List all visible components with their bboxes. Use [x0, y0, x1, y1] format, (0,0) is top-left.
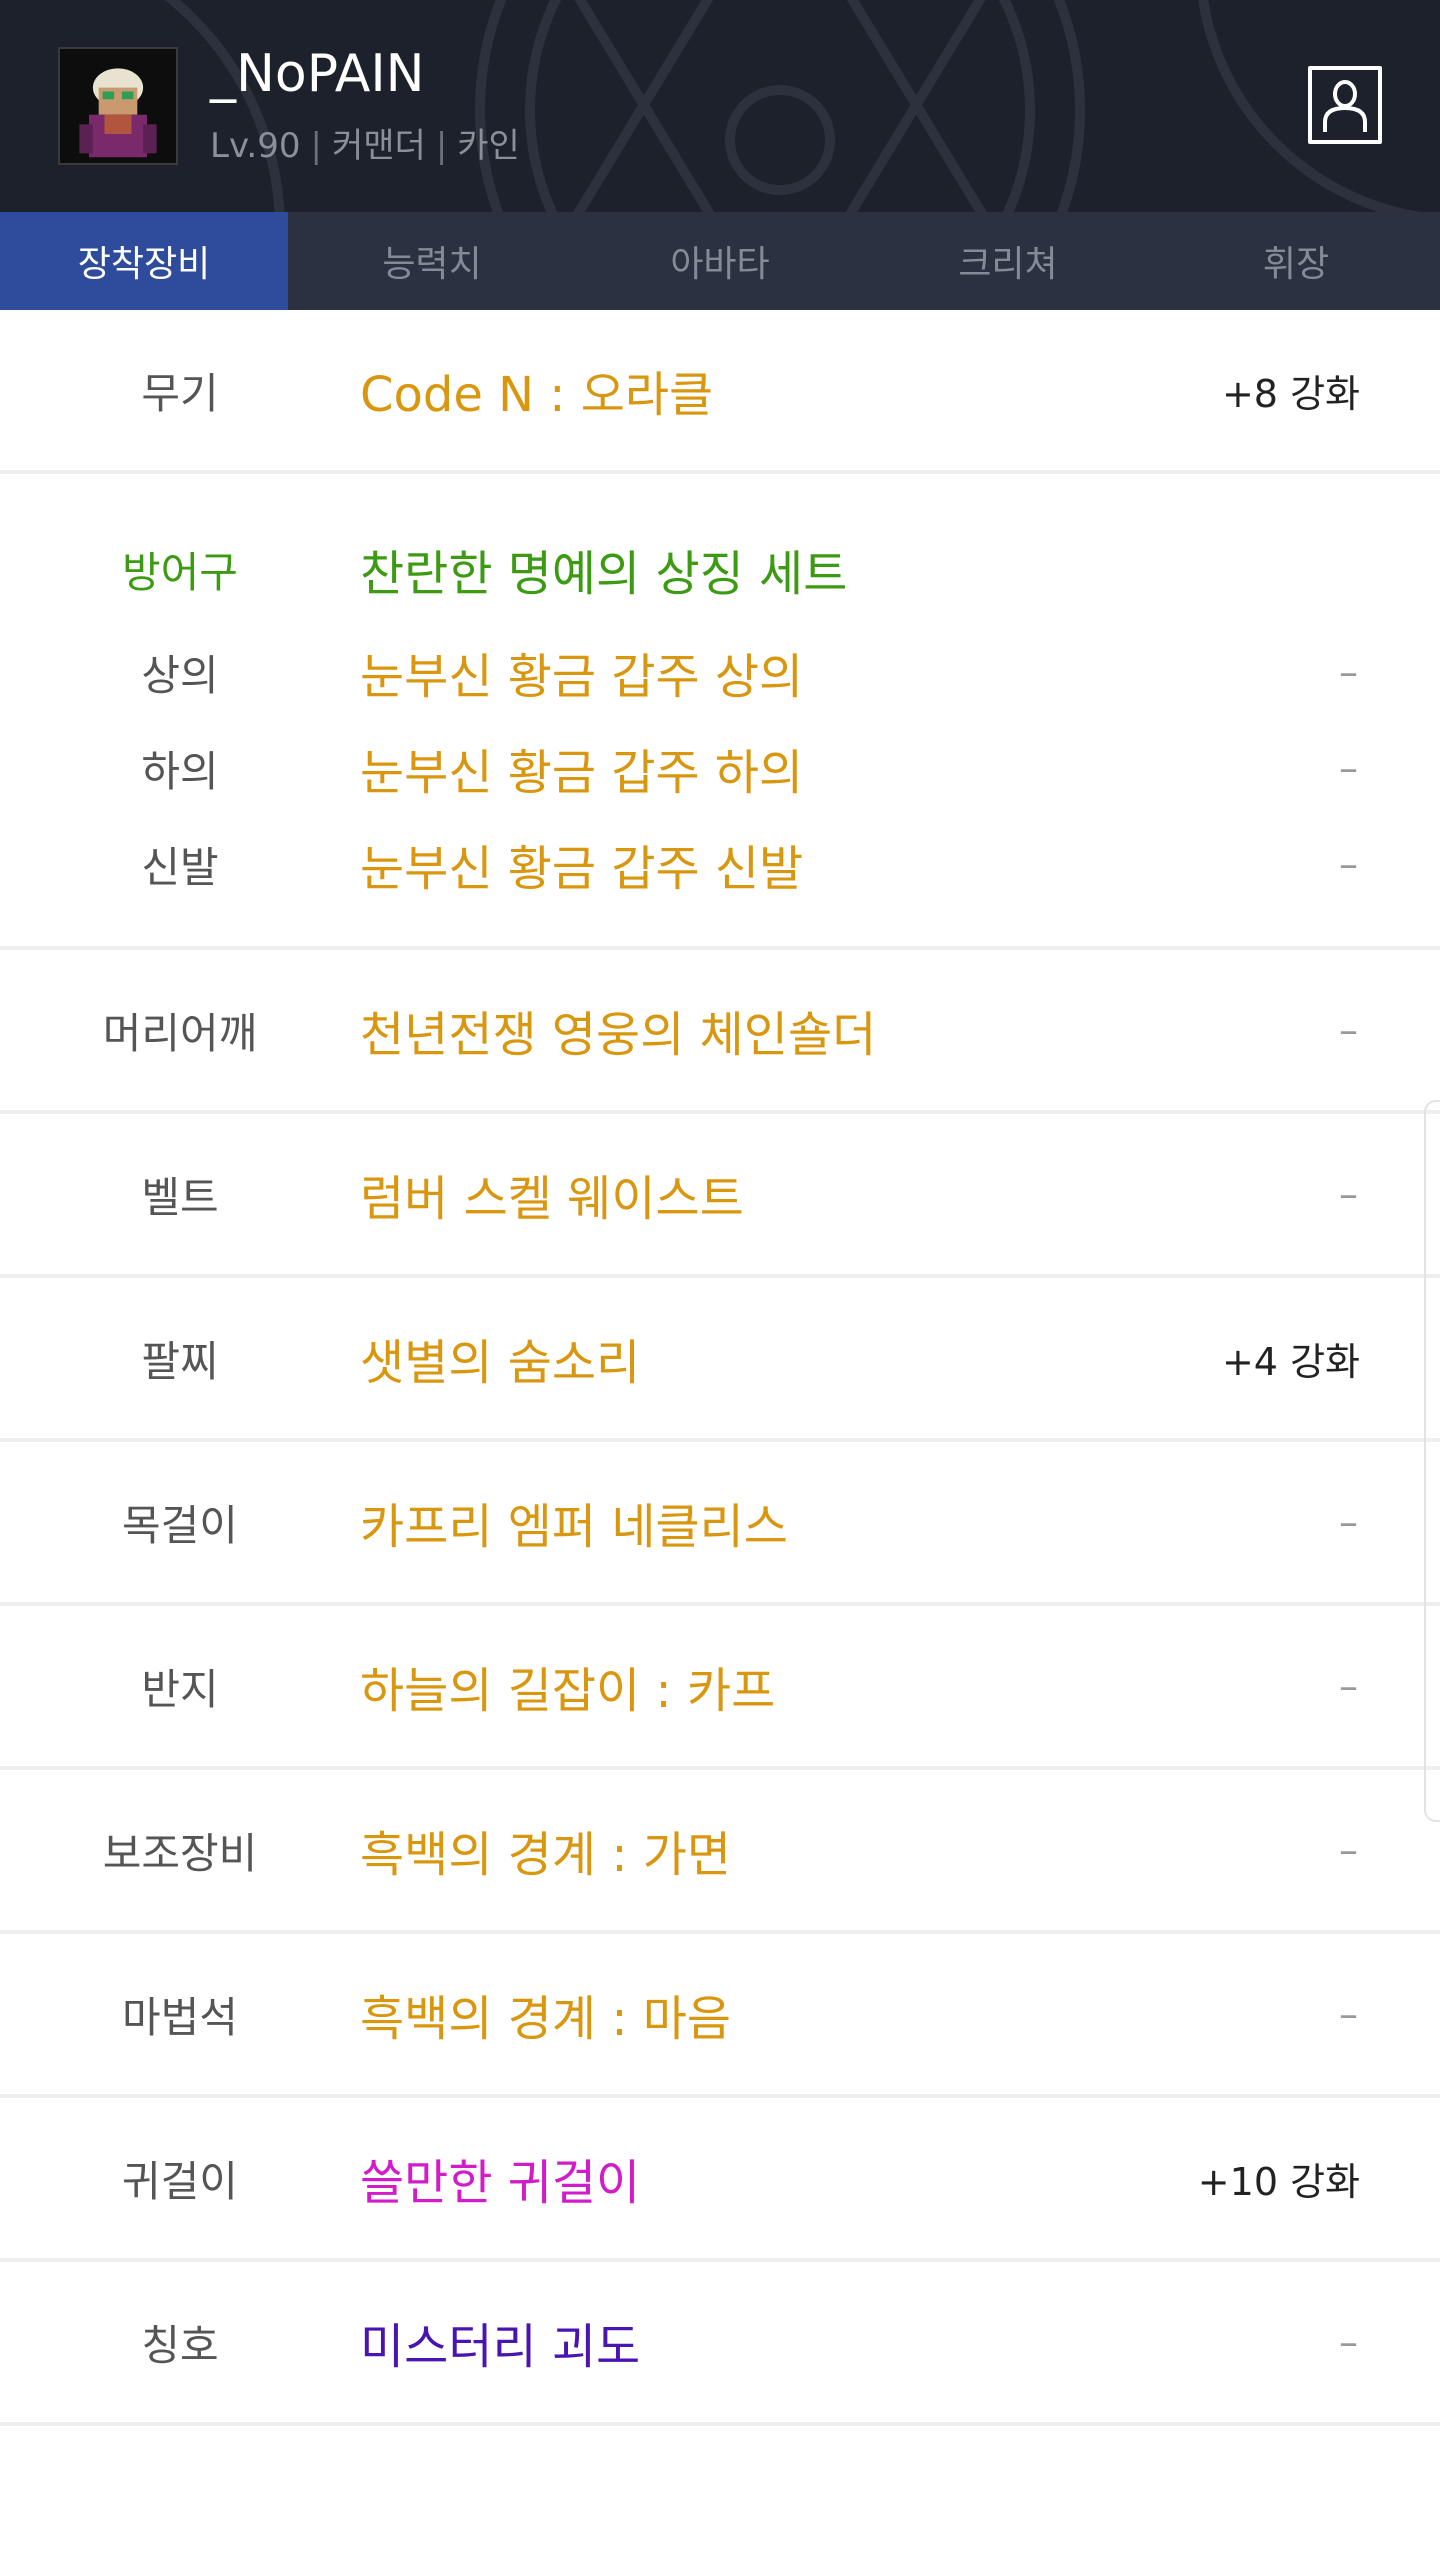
character-avatar — [58, 47, 178, 165]
slot-label: 신발 — [141, 842, 219, 892]
equipment-row-shoes[interactable]: 신발 눈부신 황금 갑주 신발 – — [0, 816, 1440, 912]
slot-label: 무기 — [141, 368, 219, 418]
equipment-row-shoulder[interactable]: 머리어깨 천년전쟁 영웅의 체인숄더 – — [0, 950, 1440, 1114]
character-meta: Lv.90 | 커맨더 | 카인 — [210, 118, 520, 167]
character-name: _NoPAIN — [210, 44, 425, 104]
enhance-level: – — [1339, 1992, 1358, 2036]
tab-avatar[interactable]: 아바타 — [576, 212, 864, 310]
equipment-row-belt[interactable]: 벨트 럼버 스켈 웨이스트 – — [0, 1114, 1440, 1278]
equipment-list: 무기 Code N : 오라클 +8 강화 방어구 찬란한 명예의 상징 세트 … — [0, 310, 1440, 2426]
item-name: 미스터리 괴도 — [360, 2319, 641, 2375]
armor-section: 방어구 찬란한 명예의 상징 세트 상의 눈부신 황금 갑주 상의 – 하의 눈… — [0, 474, 1440, 950]
item-name: 카프리 엠퍼 네클리스 — [360, 1499, 788, 1555]
enhance-level: +10 강화 — [1197, 2159, 1360, 2204]
tab-stats[interactable]: 능력치 — [288, 212, 576, 310]
slot-label: 방어구 — [122, 547, 238, 597]
enhance-level: – — [1339, 1664, 1358, 1708]
item-name: 샛별의 숨소리 — [360, 1335, 641, 1391]
equipment-row-top[interactable]: 상의 눈부신 황금 갑주 상의 – — [0, 624, 1440, 720]
profile-button[interactable] — [1308, 66, 1382, 144]
item-name: 흑백의 경계 : 가면 — [360, 1827, 732, 1883]
character-class: 카인 — [457, 126, 520, 166]
slot-label: 목걸이 — [122, 1500, 238, 1550]
equipment-row-ring[interactable]: 반지 하늘의 길잡이 : 카프 – — [0, 1606, 1440, 1770]
enhance-level: +8 강화 — [1221, 371, 1360, 416]
equipment-row-bracelet[interactable]: 팔찌 샛별의 숨소리 +4 강화 — [0, 1278, 1440, 1442]
enhance-level: – — [1339, 1008, 1358, 1052]
item-name: 천년전쟁 영웅의 체인숄더 — [360, 1007, 877, 1063]
slot-label: 보조장비 — [102, 1828, 258, 1878]
item-name: 럼버 스켈 웨이스트 — [360, 1171, 744, 1227]
slot-label: 팔찌 — [141, 1336, 219, 1386]
tab-bar: 장착장비 능력치 아바타 크리쳐 휘장 — [0, 212, 1440, 310]
emblem-background — [164, 0, 1422, 212]
item-name: 쓸만한 귀걸이 — [360, 2155, 641, 2211]
item-name: 눈부신 황금 갑주 상의 — [360, 649, 804, 705]
enhance-level: – — [1339, 1500, 1358, 1544]
equipment-row-bottom[interactable]: 하의 눈부신 황금 갑주 하의 – — [0, 720, 1440, 816]
equipment-row-magic-stone[interactable]: 마법석 흑백의 경계 : 마음 – — [0, 1934, 1440, 2098]
item-name: 흑백의 경계 : 마음 — [360, 1991, 732, 2047]
item-name: 하늘의 길잡이 : 카프 — [360, 1663, 776, 1719]
set-name: 찬란한 명예의 상징 세트 — [360, 546, 848, 602]
tab-equipment[interactable]: 장착장비 — [0, 212, 288, 310]
enhance-level: – — [1339, 1828, 1358, 1872]
tab-creature[interactable]: 크리쳐 — [864, 212, 1152, 310]
separator: | — [435, 126, 448, 166]
equipment-row-sub[interactable]: 보조장비 흑백의 경계 : 가면 – — [0, 1770, 1440, 1934]
equipment-row-title[interactable]: 칭호 미스터리 괴도 – — [0, 2262, 1440, 2426]
tab-emblem[interactable]: 휘장 — [1152, 212, 1440, 310]
slot-label: 마법석 — [122, 1992, 238, 2042]
person-icon — [1323, 80, 1367, 132]
enhance-level: +4 강화 — [1221, 1339, 1360, 1384]
slot-label: 귀걸이 — [122, 2156, 238, 2206]
slot-label: 상의 — [141, 650, 219, 700]
slot-label: 칭호 — [141, 2320, 219, 2370]
enhance-level: – — [1339, 746, 1358, 790]
character-job: 커맨더 — [331, 126, 426, 166]
equipment-row-weapon[interactable]: 무기 Code N : 오라클 +8 강화 — [0, 310, 1440, 474]
slot-label: 반지 — [141, 1664, 219, 1714]
slot-label: 하의 — [141, 746, 219, 796]
enhance-level: – — [1339, 2320, 1358, 2364]
equipment-row-necklace[interactable]: 목걸이 카프리 엠퍼 네클리스 – — [0, 1442, 1440, 1606]
scroll-indicator[interactable] — [1424, 1100, 1440, 1822]
character-header: _NoPAIN Lv.90 | 커맨더 | 카인 — [0, 0, 1440, 212]
slot-label: 머리어깨 — [102, 1008, 258, 1058]
enhance-level: – — [1339, 842, 1358, 886]
enhance-level: – — [1339, 650, 1358, 694]
character-level: Lv.90 — [210, 126, 301, 166]
item-name: 눈부신 황금 갑주 하의 — [360, 745, 804, 801]
item-name: Code N : 오라클 — [360, 367, 714, 423]
armor-set-row[interactable]: 방어구 찬란한 명예의 상징 세트 — [0, 514, 1440, 624]
separator: | — [310, 126, 322, 166]
enhance-level: – — [1339, 1172, 1358, 1216]
item-name: 눈부신 황금 갑주 신발 — [360, 841, 804, 897]
slot-label: 벨트 — [141, 1172, 219, 1222]
equipment-row-earring[interactable]: 귀걸이 쓸만한 귀걸이 +10 강화 — [0, 2098, 1440, 2262]
